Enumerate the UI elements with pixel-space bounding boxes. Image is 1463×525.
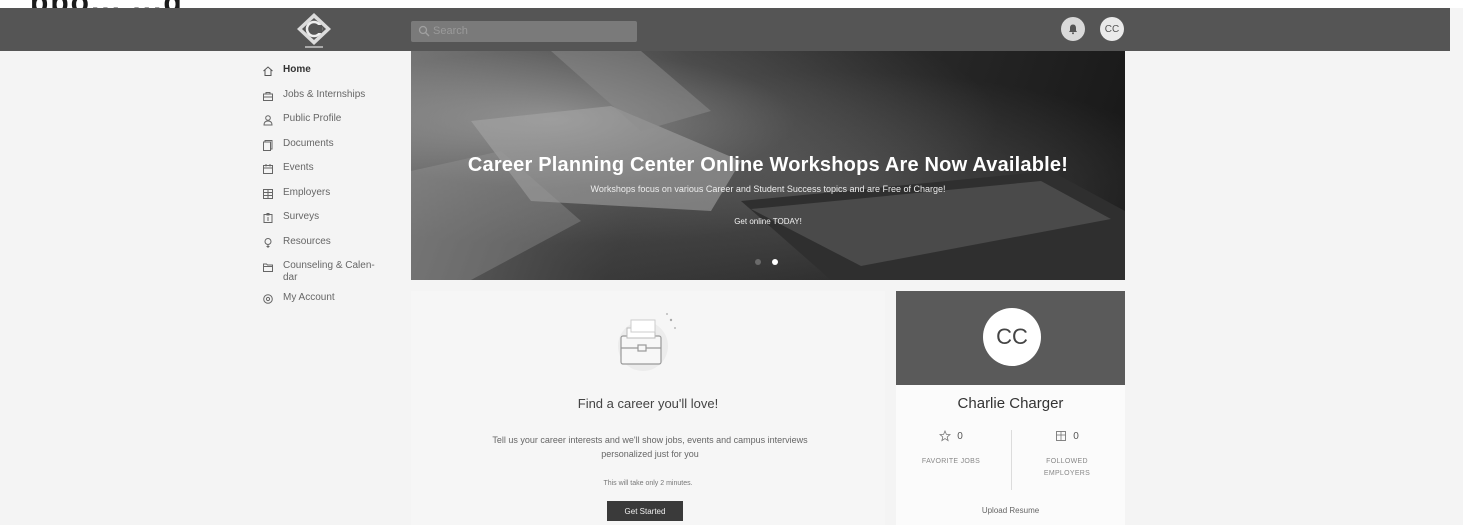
followed-employers-stat[interactable]: 0 FOLLOWED EMPLOYERS — [1011, 430, 1122, 490]
favorite-jobs-count: 0 — [957, 430, 963, 442]
star-icon — [939, 430, 952, 442]
school-logo-icon[interactable] — [283, 11, 345, 49]
hero-carousel[interactable]: Career Planning Center Online Workshops … — [411, 51, 1125, 280]
sidebar-item-documents[interactable]: Documents — [262, 138, 402, 163]
home-icon — [263, 66, 273, 76]
label-line-1: Counseling & Calen- — [283, 260, 375, 271]
bell-icon — [1069, 24, 1077, 35]
search-input[interactable]: Search — [411, 21, 637, 42]
sidebar-item-label: Home — [283, 64, 311, 75]
notifications-button[interactable] — [1061, 17, 1085, 41]
sidebar-item-label: Events — [283, 162, 314, 173]
sidebar-item-my-account[interactable]: My Account — [262, 292, 402, 317]
sidebar-item-home[interactable]: Home — [262, 64, 402, 89]
label-line-1: FOLLOWED — [1046, 458, 1088, 465]
sidebar-item-events[interactable]: Events — [262, 162, 402, 187]
career-card-description: Tell us your career interests and we'll … — [492, 435, 808, 459]
search-icon — [418, 25, 430, 37]
sidebar-item-label: Counseling & Calen-dar — [283, 260, 375, 284]
briefcase-icon — [263, 91, 273, 101]
career-card-title: Find a career you'll love! — [577, 396, 719, 411]
sidebar-item-label: Public Profile — [283, 113, 342, 124]
briefcase-illustration-icon — [618, 313, 676, 371]
hero-title: Career Planning Center Online Workshops … — [467, 154, 1069, 176]
building-icon — [263, 188, 273, 199]
hero-subtitle: Workshops focus on various Career and St… — [590, 184, 946, 194]
sidebar-item-label: Resources — [283, 235, 331, 247]
calendar-icon — [263, 164, 273, 174]
avatar[interactable]: CC — [983, 308, 1041, 366]
documents-icon — [263, 139, 273, 151]
avatar-initials: CC — [996, 324, 1028, 349]
top-navbar: Search CC — [0, 8, 1450, 51]
carousel-dot-1[interactable] — [755, 259, 761, 265]
person-icon — [263, 115, 273, 126]
sidebar-item-label: My Account — [283, 292, 335, 303]
sidebar-item-counseling-calendar[interactable]: Counseling & Calen-dar — [262, 260, 402, 292]
sidebar-item-label: Documents — [283, 137, 334, 149]
career-card-note: This will take only 2 minutes. — [603, 480, 693, 487]
followed-employers-count: 0 — [1073, 430, 1079, 442]
sidebar-nav: Home Jobs & Internships Public Profile D… — [262, 64, 402, 317]
building-icon — [1056, 431, 1067, 441]
profile-name[interactable]: Charlie Charger — [896, 395, 1125, 412]
sidebar-item-label: Jobs & Internships — [283, 88, 366, 100]
sidebar-item-jobs[interactable]: Jobs & Internships — [262, 89, 402, 114]
sidebar-item-surveys[interactable]: Surveys — [262, 211, 402, 236]
get-started-button[interactable]: Get Started — [607, 501, 683, 521]
user-menu-button[interactable]: CC — [1100, 17, 1124, 41]
label-line-2: dar — [283, 272, 298, 283]
favorite-jobs-stat[interactable]: 0 FAVORITE JOBS — [896, 430, 1006, 468]
sidebar-item-public-profile[interactable]: Public Profile — [262, 113, 402, 138]
folder-icon — [263, 263, 273, 272]
search-placeholder: Search — [433, 25, 468, 37]
user-initials: CC — [1104, 23, 1120, 35]
followed-employers-label: FOLLOWED EMPLOYERS — [1012, 456, 1122, 480]
sidebar-item-resources[interactable]: Resources — [262, 236, 402, 261]
gear-icon — [263, 294, 273, 304]
label-line-2: EMPLOYERS — [1043, 470, 1091, 477]
carousel-dot-2-active[interactable] — [772, 259, 778, 265]
top-strip: ppo... ...g — [0, 0, 1463, 19]
hero-cta-link[interactable]: Get online TODAY! — [411, 217, 1125, 226]
sidebar-item-employers[interactable]: Employers — [262, 187, 402, 212]
sidebar-item-label: Employers — [283, 186, 331, 198]
favorite-jobs-label: FAVORITE JOBS — [921, 458, 981, 465]
lightbulb-icon — [264, 237, 272, 248]
sidebar-item-label: Surveys — [283, 211, 320, 222]
upload-resume-link[interactable]: Upload Resume — [896, 506, 1125, 515]
survey-icon — [263, 213, 273, 223]
